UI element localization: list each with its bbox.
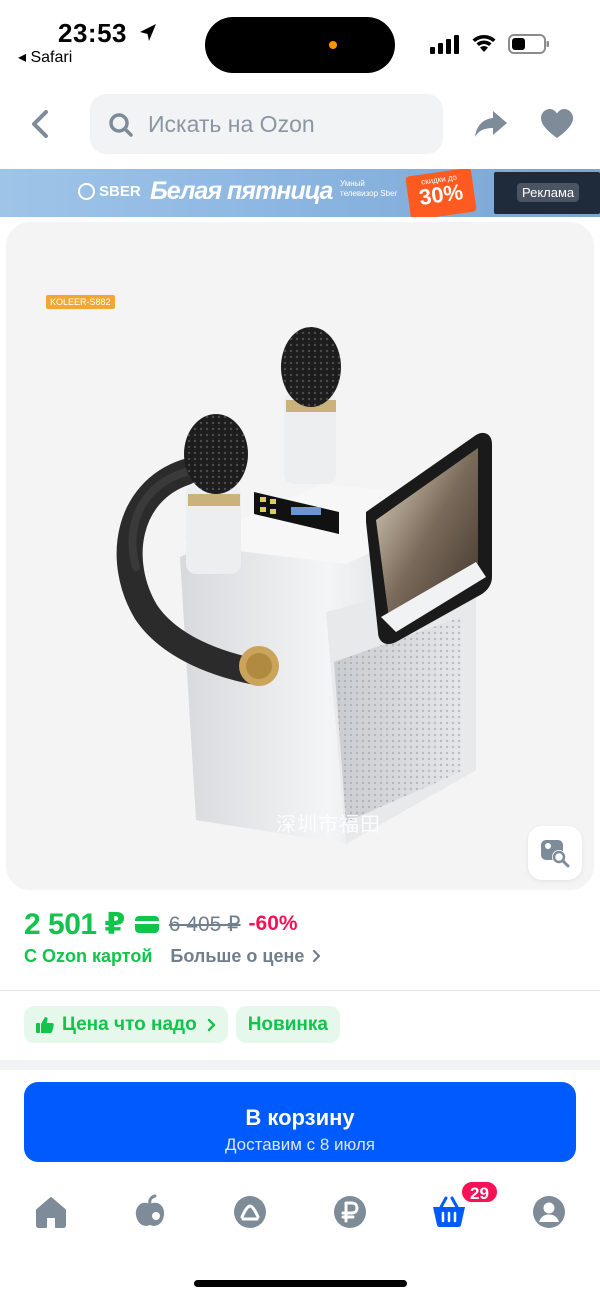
- cellular-signal-icon: [430, 35, 459, 54]
- more-about-price-link[interactable]: Больше о цене: [170, 946, 304, 967]
- back-to-safari-link[interactable]: ◂ Safari: [18, 47, 72, 67]
- search-input[interactable]: [148, 94, 428, 154]
- ozon-card-icon: [134, 915, 159, 933]
- ad-label: Реклама: [517, 183, 580, 202]
- cart-count-badge: 29: [460, 1180, 499, 1204]
- image-search-icon: [541, 840, 570, 868]
- profile-icon[interactable]: [531, 1194, 567, 1230]
- old-price: 6 405 ₽: [168, 912, 241, 936]
- product-gallery[interactable]: KOLEER-S882 深圳市福田: [6, 222, 594, 890]
- sber-logo: SBER: [78, 183, 141, 200]
- search-box[interactable]: [90, 94, 443, 154]
- discount-percent: -60%: [248, 912, 298, 935]
- promo-title: Белая пятница: [150, 177, 333, 205]
- promo-sale-big: 30%: [417, 179, 465, 210]
- search-header: [0, 90, 600, 160]
- good-price-label: Цена что надо: [62, 1013, 197, 1035]
- price-row: 2 501 ₽ 6 405 ₽ -60%: [24, 904, 298, 944]
- thumbs-up-icon: [36, 1016, 54, 1033]
- promo-banner[interactable]: SBER Белая пятница Умный телевизор Sber …: [0, 169, 600, 217]
- image-watermark: 深圳市福田: [276, 814, 381, 836]
- chevron-right-icon: [207, 1018, 215, 1031]
- new-badge: Новинка: [235, 1006, 340, 1043]
- home-indicator[interactable]: [194, 1280, 407, 1287]
- home-icon[interactable]: [33, 1194, 69, 1230]
- wifi-icon: [472, 35, 496, 52]
- status-time: 23:53: [58, 18, 127, 48]
- current-price: 2 501 ₽: [24, 907, 125, 941]
- ruble-icon[interactable]: [332, 1194, 368, 1230]
- sber-logo-icon: [78, 183, 95, 200]
- divider: [0, 990, 600, 991]
- chevron-right-icon: [313, 949, 321, 963]
- ozon-card-label: С Ozon картой: [24, 945, 153, 966]
- search-icon: [109, 113, 133, 137]
- share-icon[interactable]: [473, 108, 509, 140]
- product-badges: Цена что надо Новинка: [24, 1006, 340, 1043]
- visual-search-button[interactable]: [528, 826, 582, 880]
- fresh-icon[interactable]: [132, 1194, 168, 1230]
- promo-sale-sticker: скидки до 30%: [405, 169, 477, 217]
- battery-icon: [508, 34, 549, 54]
- back-arrow-icon[interactable]: [26, 106, 58, 142]
- model-tag: KOLEER-S882: [46, 295, 115, 309]
- product-image: [116, 327, 492, 844]
- bottom-nav: 29: [0, 1180, 600, 1250]
- sber-brand-text: SBER: [99, 183, 141, 200]
- hint-icon[interactable]: [232, 1194, 268, 1230]
- new-badge-label: Новинка: [247, 1013, 328, 1035]
- dynamic-island: [205, 17, 395, 73]
- status-bar: 23:53 ◂ Safari: [0, 0, 600, 85]
- privacy-indicator: [329, 41, 337, 49]
- price-subline: С Ozon картой Больше о цене: [24, 944, 321, 968]
- add-to-cart-label: В корзину: [245, 1105, 355, 1130]
- location-arrow-icon: [140, 24, 156, 41]
- heart-icon[interactable]: [540, 108, 574, 140]
- promo-subtitle: Умный телевизор Sber: [340, 179, 398, 198]
- add-to-cart-button[interactable]: В корзину Доставим с 8 июля: [24, 1082, 576, 1162]
- delivery-date: Доставим с 8 июля: [224, 1135, 376, 1154]
- good-price-badge[interactable]: Цена что надо: [24, 1006, 228, 1043]
- section-separator: [0, 1060, 600, 1070]
